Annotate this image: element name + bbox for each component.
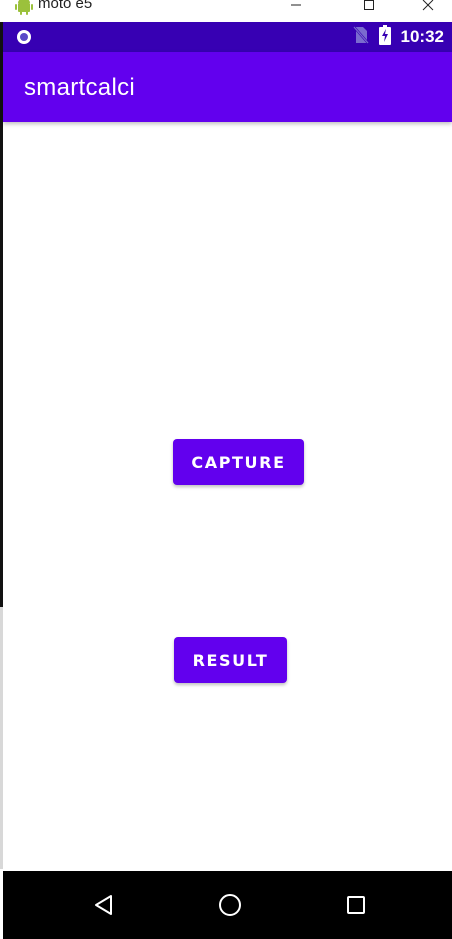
back-icon[interactable] (88, 889, 120, 921)
maximize-icon[interactable] (349, 0, 389, 14)
notification-dot-icon (16, 29, 32, 45)
minimize-icon[interactable] (276, 0, 316, 14)
window-title: moto e5 (38, 0, 93, 12)
navigation-bar (3, 871, 452, 939)
status-time: 10:32 (400, 27, 444, 46)
app-bar: smartcalci (3, 52, 452, 122)
window-titlebar: moto e5 (0, 0, 452, 22)
close-icon[interactable] (408, 0, 448, 14)
capture-button[interactable]: CAPTURE (173, 439, 304, 485)
result-button[interactable]: RESULT (174, 637, 287, 683)
app-title: smartcalci (24, 74, 136, 101)
status-bar: 10:32 (3, 22, 452, 52)
no-sim-icon (352, 25, 369, 49)
battery-charging-icon (378, 24, 391, 50)
status-icons: 10:32 (352, 22, 444, 52)
home-icon[interactable] (214, 889, 246, 921)
recents-icon[interactable] (340, 889, 372, 921)
android-icon (15, 0, 33, 15)
device-screen: 10:32 smartcalci CAPTURE RESULT (3, 22, 452, 939)
